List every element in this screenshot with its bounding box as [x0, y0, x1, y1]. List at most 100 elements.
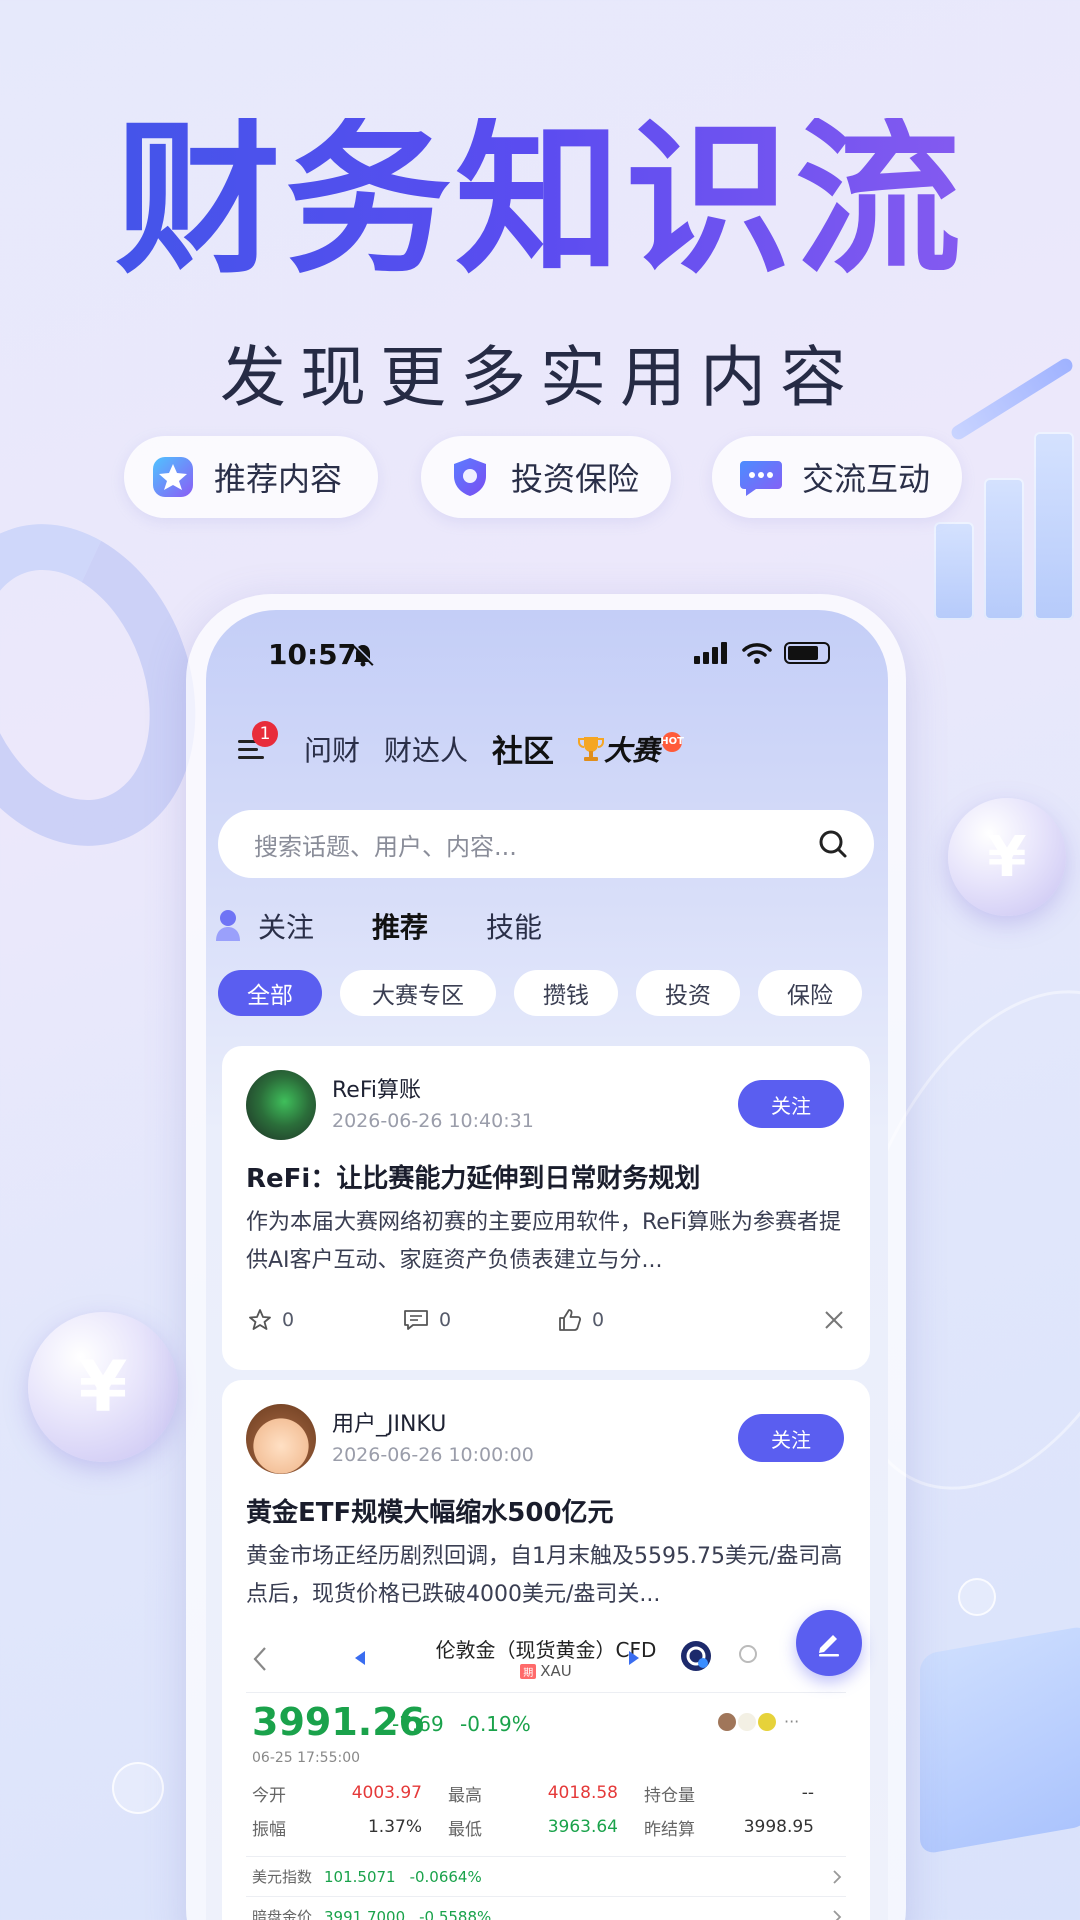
hot-badge: HOT	[660, 731, 684, 752]
nav-tab-wencai[interactable]: 问财	[304, 729, 360, 769]
comment-icon	[404, 1310, 428, 1330]
stat-value: 4003.97	[351, 1783, 422, 1803]
related-name: 暗盘金价	[252, 1908, 313, 1920]
chip-contest-zone[interactable]: 大赛专区	[340, 970, 496, 1016]
menu-button[interactable]: 1	[230, 720, 278, 771]
decorative-bar	[934, 522, 974, 620]
tab-recommend[interactable]: 推荐	[372, 906, 429, 950]
stat-label: 振幅	[252, 1819, 286, 1840]
related-pct: -0.5588%	[419, 1907, 492, 1920]
chip-all[interactable]: 全部	[218, 970, 322, 1016]
market-tag: 期	[520, 1664, 537, 1679]
category-chips: 全部 大赛专区 攒钱 投资 保险	[218, 970, 862, 1016]
signal-icon	[694, 642, 727, 664]
tab-skills[interactable]: 技能	[486, 906, 542, 946]
quote-widget[interactable]: 伦敦金（现货黄金）CFD 期 XAU 3991.26 -7.69 -0.19% ·…	[222, 1630, 870, 1920]
avatar[interactable]	[246, 1070, 316, 1140]
related-value: 3991.7000	[324, 1907, 406, 1920]
pill-label: 投资保险	[511, 460, 640, 498]
follow-button[interactable]: 关注	[738, 1414, 844, 1462]
search-input[interactable]: 搜索话题、用户、内容...	[254, 827, 818, 862]
related-quote-row[interactable]: 美元指数 101.5071 -0.0664%	[252, 1866, 842, 1887]
contest-label: 大赛	[604, 733, 661, 767]
divider	[246, 1896, 846, 1897]
stat-label: 最高	[448, 1785, 482, 1806]
stat-value: --	[801, 1783, 814, 1803]
compose-button[interactable]	[796, 1610, 862, 1676]
avatar	[758, 1712, 776, 1731]
status-indicators	[694, 642, 830, 664]
nav-tab-community[interactable]: 社区	[492, 726, 554, 771]
promo-subline: 发现更多实用内容	[220, 339, 860, 416]
post-actions: 0 0 0	[248, 1308, 844, 1332]
comment-button[interactable]: 0	[403, 1308, 558, 1332]
nav-tab-caidaren[interactable]: 财达人	[384, 729, 468, 769]
post-time: 2026-06-26 10:00:00	[332, 1444, 534, 1466]
next-triangle-icon[interactable]	[628, 1650, 640, 1666]
stat-value: 3998.95	[743, 1817, 814, 1837]
decorative-cube	[920, 1625, 1080, 1855]
post-title[interactable]: 黄金ETF规模大幅缩水500亿元	[246, 1492, 614, 1529]
status-time: 10:57	[268, 638, 358, 671]
quote-header: 伦敦金（现货黄金）CFD 期 XAU	[222, 1630, 870, 1690]
post-card[interactable]: ReFi算账 2026-06-26 10:40:31 关注 ReFi：让比赛能力…	[222, 1046, 870, 1370]
search-icon[interactable]	[818, 829, 848, 859]
divider	[246, 1692, 846, 1693]
favorite-button[interactable]: 0	[248, 1308, 403, 1332]
instrument-code: 期 XAU	[222, 1662, 870, 1680]
post-title[interactable]: ReFi：让比赛能力延伸到日常财务规划	[246, 1158, 700, 1195]
search-icon[interactable]	[738, 1644, 762, 1668]
yen-coin-icon: ¥	[948, 798, 1066, 916]
stat-label: 持仓量	[644, 1785, 695, 1806]
like-count: 0	[592, 1309, 605, 1331]
post-summary[interactable]: 黄金市场正经历剧烈回调，自1月末触及5595.75美元/盎司高点后，现货价格已跌…	[246, 1538, 846, 1614]
battery-icon	[784, 642, 830, 664]
post-card[interactable]: 用户_JINKU 2026-06-26 10:00:00 关注 黄金ETF规模大…	[222, 1380, 870, 1920]
more-icon[interactable]: ···	[784, 1712, 799, 1731]
wifi-icon	[742, 643, 772, 664]
tab-follow[interactable]: 关注	[258, 906, 314, 946]
post-summary[interactable]: 作为本届大赛网络初赛的主要应用软件，ReFi算账为参赛者提供AI客户互动、家庭资…	[246, 1204, 846, 1280]
feature-pill-recommend: 推荐内容	[124, 436, 378, 518]
pill-label: 交流互动	[802, 460, 931, 498]
like-button[interactable]: 0	[558, 1308, 713, 1332]
stat-label: 今开	[252, 1785, 286, 1806]
pencil-icon	[819, 1635, 839, 1657]
close-icon[interactable]	[824, 1310, 844, 1330]
related-pct: -0.0664%	[409, 1867, 482, 1886]
avatar	[738, 1712, 756, 1731]
pill-label: 推荐内容	[214, 460, 343, 498]
search-bar[interactable]: 搜索话题、用户、内容...	[218, 810, 874, 878]
stat-label: 最低	[448, 1819, 482, 1840]
post-time: 2026-06-26 10:40:31	[332, 1110, 534, 1132]
follow-button[interactable]: 关注	[738, 1080, 844, 1128]
user-icon	[216, 910, 240, 941]
instrument-name: 伦敦金（现货黄金）CFD	[435, 1638, 657, 1662]
chip-investment[interactable]: 投资	[636, 970, 740, 1016]
post-author[interactable]: 用户_JINKU	[332, 1406, 446, 1438]
mute-bell-icon	[350, 642, 376, 672]
related-quote-row[interactable]: 暗盘金价 3991.7000 -0.5588%	[252, 1906, 842, 1920]
feature-pill-interact: 交流互动	[712, 436, 962, 518]
chip-saving[interactable]: 攒钱	[514, 970, 618, 1016]
thumbs-up-icon	[559, 1309, 582, 1331]
chat-bubble-icon	[738, 454, 784, 500]
post-author[interactable]: ReFi算账	[332, 1072, 421, 1104]
comment-count: 0	[439, 1309, 452, 1331]
price-change-percent: -0.19%	[460, 1712, 531, 1736]
nav-tab-contest[interactable]: 大赛 HOT	[578, 729, 684, 769]
stat-label: 昨结算	[644, 1819, 695, 1840]
chip-insurance[interactable]: 保险	[758, 970, 862, 1016]
promo-headline: 财务知识流	[0, 118, 1080, 284]
decorative-bar	[984, 478, 1024, 620]
yen-coin-icon: ¥	[28, 1312, 178, 1462]
decorative-bubble	[112, 1762, 164, 1814]
stats-row: 今开 4003.97 最高 4018.58 持仓量 --	[252, 1776, 842, 1810]
stat-value: 1.37%	[367, 1817, 422, 1837]
stats-row: 振幅 1.37% 最低 3963.64 昨结算 3998.95	[252, 1810, 842, 1844]
top-nav: 1 问财 财达人 社区 大赛 HOT	[230, 720, 684, 771]
favorite-count: 0	[282, 1309, 295, 1331]
avatar[interactable]	[246, 1404, 316, 1474]
decorative-bubble	[958, 1578, 996, 1616]
app-screen: 10:57 1 问财 财达人 社区 大赛 HOT 搜索话题、用户、内容... 关…	[206, 610, 888, 1920]
